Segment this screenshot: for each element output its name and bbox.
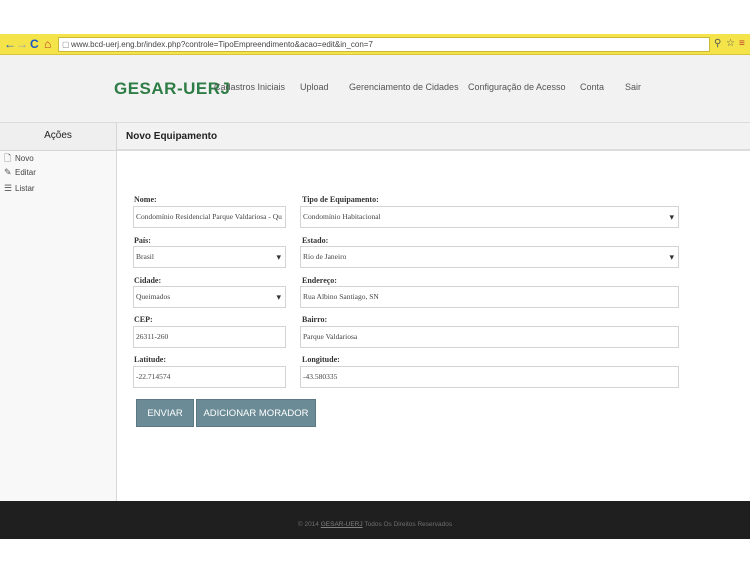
cidade-label: Cidade: — [134, 276, 162, 285]
tipo-equipamento-label: Tipo de Equipamento: — [302, 195, 379, 204]
reload-icon[interactable]: C — [30, 36, 39, 52]
list-icon: ☰ — [4, 183, 13, 193]
app-logo[interactable]: GESAR-UERJ — [114, 79, 230, 99]
panel-header: Novo Equipamento — [117, 123, 750, 151]
endereco-field[interactable]: Rua Albino Santiago, SN — [300, 286, 679, 308]
forward-icon[interactable]: → — [16, 36, 28, 52]
latitude-field[interactable]: -22.714574 — [133, 366, 286, 388]
menu-cadastros-iniciais[interactable]: Cadastros Iniciais — [214, 82, 285, 92]
nome-label: Nome: — [134, 195, 157, 204]
tipo-equipamento-select[interactable]: Condomínio Habitacional — [300, 206, 679, 228]
address-url: www.bcd-uerj.eng.br/index.php?controle=T… — [71, 40, 373, 49]
sidebar-item-editar[interactable]: ✎ Editar — [4, 167, 36, 178]
sidebar-item-novo[interactable]: 🗋 Novo — [4, 151, 34, 167]
address-bar[interactable]: ▢ www.bcd-uerj.eng.br/index.php?controle… — [58, 37, 710, 52]
bairro-field[interactable]: Parque Valdariosa — [300, 326, 679, 348]
pencil-icon: ✎ — [4, 167, 12, 177]
latitude-label: Latitude: — [134, 355, 166, 364]
app-header: GESAR-UERJ Cadastros Iniciais Upload Ger… — [0, 55, 750, 123]
star-icon[interactable]: ☆ — [726, 36, 735, 52]
menu-upload[interactable]: Upload — [300, 82, 329, 92]
menu-gerenciamento-cidades[interactable]: Gerenciamento de Cidades — [349, 82, 459, 92]
menu-configuracao-acesso[interactable]: Configuração de Acesso — [468, 82, 566, 92]
page-title: Novo Equipamento — [126, 131, 218, 142]
zoom-icon[interactable]: ⚲ — [714, 36, 721, 52]
footer-link[interactable]: GESAR-UERJ — [321, 521, 363, 528]
longitude-label: Longitude: — [302, 355, 340, 364]
menu-sair[interactable]: Sair — [625, 82, 641, 92]
page-icon: ▢ — [62, 40, 70, 49]
footer-text: © 2014 GESAR-UERJ Todos Os Direitos Rese… — [0, 521, 750, 528]
home-icon[interactable]: ⌂ — [44, 36, 51, 52]
endereco-label: Endereço: — [302, 276, 337, 285]
adicionar-morador-button[interactable]: ADICIONAR MORADOR — [196, 399, 316, 427]
sidebar: Ações 🗋 Novo ✎ Editar ☰ Listar — [0, 123, 117, 501]
pais-label: País: — [134, 236, 151, 245]
enviar-button[interactable]: ENVIAR — [136, 399, 194, 427]
cep-label: CEP: — [134, 315, 153, 324]
sidebar-item-label: Novo — [15, 154, 34, 163]
sidebar-title: Ações — [0, 123, 116, 151]
sidebar-item-label: Editar — [15, 168, 36, 177]
cidade-select[interactable]: Queimados — [133, 286, 286, 308]
footer-copyright: © 2014 — [297, 521, 319, 528]
footer-rights: Todos Os Direitos Reservados — [364, 521, 453, 528]
longitude-field[interactable]: -43.580335 — [300, 366, 679, 388]
pais-select[interactable]: Brasil — [133, 246, 286, 268]
sidebar-item-label: Listar — [15, 184, 35, 193]
new-file-icon: 🗋 — [4, 153, 12, 163]
browser-toolbar: ← → C ⌂ ▢ www.bcd-uerj.eng.br/index.php?… — [0, 34, 750, 55]
sidebar-item-listar[interactable]: ☰ Listar — [4, 183, 35, 194]
browser-menu-icon[interactable]: ≡ — [739, 36, 745, 52]
cep-field[interactable]: 26311-260 — [133, 326, 286, 348]
footer: © 2014 GESAR-UERJ Todos Os Direitos Rese… — [0, 501, 750, 539]
menu-conta[interactable]: Conta — [580, 82, 604, 92]
back-icon[interactable]: ← — [4, 36, 16, 52]
estado-select[interactable]: Rio de Janeiro — [300, 246, 679, 268]
nome-field[interactable]: Condomínio Residencial Parque Valdariosa… — [133, 206, 286, 228]
estado-label: Estado: — [302, 236, 329, 245]
bairro-label: Bairro: — [302, 315, 328, 324]
